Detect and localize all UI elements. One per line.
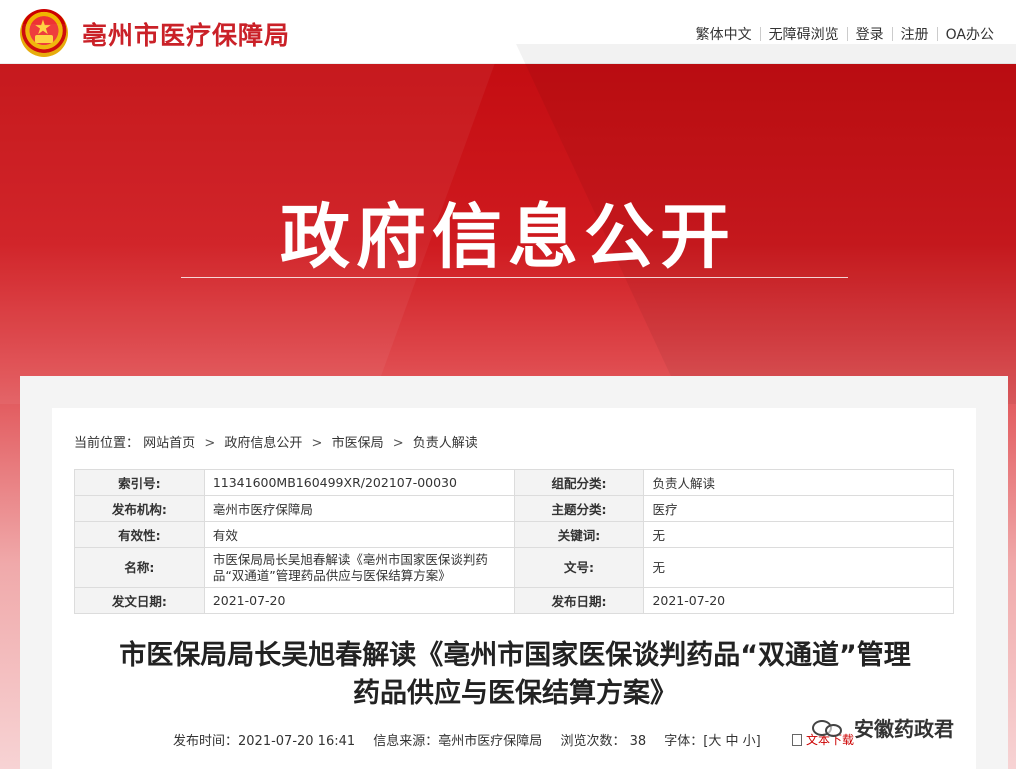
login-link[interactable]: 登录 [848,24,892,44]
doc-number-label: 文号: [513,547,645,588]
publish-time: 发布时间：2021-07-20 16:41 [173,734,356,749]
validity-label: 有效性: [74,521,205,548]
traditional-chinese-link[interactable]: 繁体中文 [688,24,760,44]
article-title-line1: 市医保局局长吴旭春解读《亳州市国家医保谈判药品“双通道”管理 [119,640,911,671]
keywords-value: 无 [643,521,954,548]
table-row: 索引号: 11341600MB160499XR/202107-00030 组配分… [74,469,954,496]
article-title-line2: 药品供应与医保结算方案》 [353,678,677,709]
validity-value: 有效 [203,521,515,548]
watermark: 安徽药政君 [812,713,954,742]
banner-title: 政府信息公开 [280,196,736,278]
breadcrumb-gov-info[interactable]: 政府信息公开 [224,436,302,451]
accessibility-link[interactable]: 无障碍浏览 [761,24,847,44]
font-size-options[interactable]: [大 中 小] [703,734,760,749]
breadcrumb-interpretation[interactable]: 负责人解读 [413,436,478,451]
breadcrumb-separator: > [204,436,216,451]
topic-label: 主题分类: [513,495,645,522]
publish-date-value: 2021-07-20 [643,587,954,614]
table-row: 发布机构: 亳州市医疗保障局 主题分类: 医疗 [74,495,954,522]
index-number-label: 索引号: [74,469,205,496]
publish-date-label: 发布日期: [513,587,645,614]
breadcrumb-home[interactable]: 网站首页 [143,436,195,451]
article-info: 发布时间：2021-07-20 16:41 信息来源：亳州市医疗保障局 浏览次数… [173,730,775,749]
watermark-text: 安徽药政君 [854,717,954,741]
breadcrumb-separator: > [311,436,323,451]
doc-number-value: 无 [643,547,954,588]
breadcrumb-separator: > [392,436,404,451]
publisher-value: 亳州市医疗保障局 [203,495,515,522]
wechat-icon [812,716,848,740]
topic-value: 医疗 [643,495,954,522]
issue-date-label: 发文日期: [74,587,205,614]
register-link[interactable]: 注册 [893,24,937,44]
top-links: 繁体中文 无障碍浏览 登录 注册 OA办公 [688,24,1002,44]
index-number-value: 11341600MB160499XR/202107-00030 [203,469,515,496]
banner-divider [181,277,848,278]
table-row: 发文日期: 2021-07-20 发布日期: 2021-07-20 [74,587,954,614]
info-source: 信息来源：亳州市医疗保障局 [373,734,543,749]
article-title: 市医保局局长吴旭春解读《亳州市国家医保谈判药品“双通道”管理 药品供应与医保结算… [60,637,970,713]
oa-office-link[interactable]: OA办公 [938,24,1002,44]
keywords-label: 关键词: [513,521,645,548]
category-label: 组配分类: [513,469,645,496]
name-label: 名称: [74,547,205,588]
breadcrumb-prefix: 当前位置： [74,436,140,451]
publisher-label: 发布机构: [74,495,205,522]
table-row: 名称: 市医保局局长吴旭春解读《亳州市国家医保谈判药品“双通道”管理药品供应与医… [74,547,954,588]
breadcrumb-bureau[interactable]: 市医保局 [332,436,384,451]
breadcrumb: 当前位置： 网站首页 > 政府信息公开 > 市医保局 > 负责人解读 [74,432,478,451]
issue-date-value: 2021-07-20 [203,587,515,614]
info-metadata-table: 索引号: 11341600MB160499XR/202107-00030 组配分… [74,469,954,614]
document-icon [792,734,802,746]
font-size-label: 字体： [664,734,704,749]
category-value: 负责人解读 [643,469,954,496]
view-count: 浏览次数： 38 [560,734,647,749]
name-value: 市医保局局长吴旭春解读《亳州市国家医保谈判药品“双通道”管理药品供应与医保结算方… [203,547,515,588]
table-row: 有效性: 有效 关键词: 无 [74,521,954,548]
